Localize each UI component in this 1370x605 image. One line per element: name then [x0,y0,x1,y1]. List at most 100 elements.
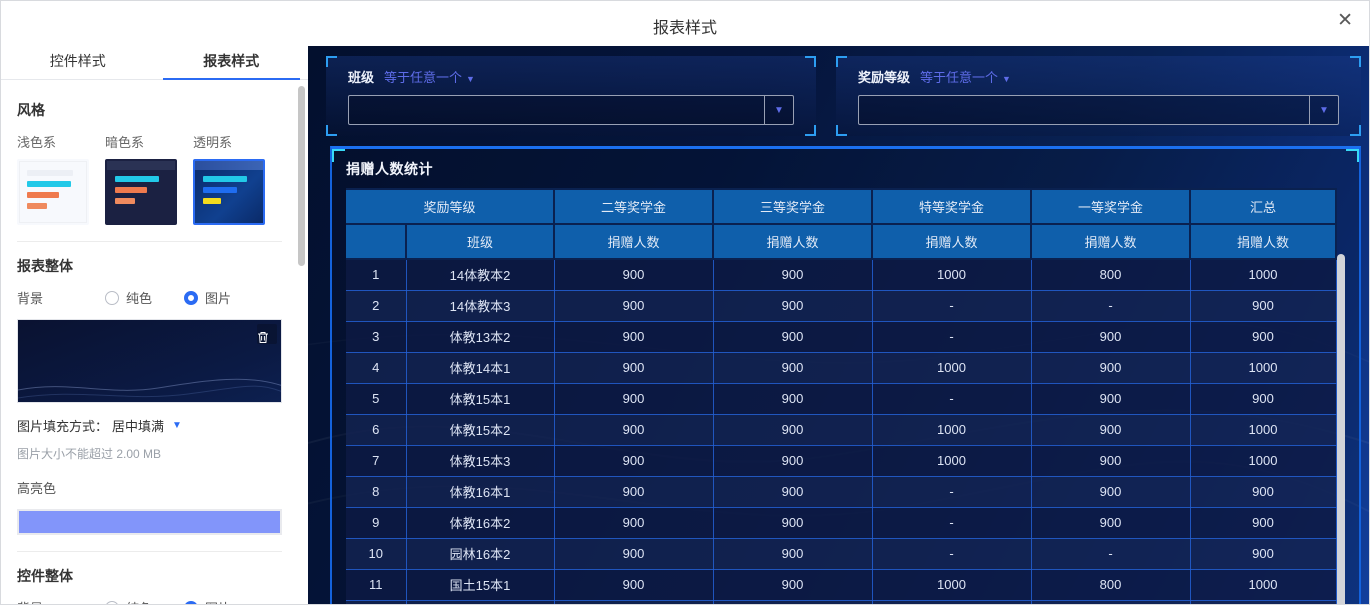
chevron-down-icon[interactable]: ▼ [1309,96,1338,124]
corner-bracket-icon [326,125,337,136]
radio-icon[interactable] [184,600,199,604]
row-index-cell: 8 [346,475,407,508]
filter-bar: 班级 等于任意一个 ▼ ▼ 奖励等级 等于任意一个 ▼ ▼ [326,56,1361,136]
award-level-select-input[interactable]: ▼ [858,95,1339,125]
row-index-cell: 9 [346,506,407,539]
value-cell: 900 [1189,475,1337,508]
filter-operator-dropdown[interactable]: 等于任意一个 ▼ [920,67,1011,86]
value-cell: 1000 [1189,568,1337,601]
radio-solid-color[interactable]: 纯色 [105,288,152,307]
table-row: 1 14体教本2 900 900 1000 800 1000 [346,258,1337,291]
value-cell: 900 [553,413,714,446]
value-cell: 900 [1189,599,1337,604]
highlight-color-swatch[interactable] [17,509,282,535]
value-cell: 1000 [871,568,1032,601]
value-cell: 900 [553,506,714,539]
radio-icon[interactable] [105,290,119,305]
header-cell: 特等奖学金 [871,188,1033,225]
header-row-metric: 班级 捐赠人数 捐赠人数 捐赠人数 捐赠人数 捐赠人数 [346,223,1338,260]
header-cell: 一等奖学金 [1030,188,1192,225]
theme-thumbnail-dark[interactable] [105,159,177,225]
tab-control-style[interactable]: 控件样式 [1,46,155,79]
radio-icon[interactable] [105,600,119,604]
row-index-cell: 1 [346,258,407,291]
value-cell: 900 [712,413,873,446]
header-cell: 捐赠人数 [1030,223,1192,260]
corner-bracket-icon [1346,149,1359,162]
theme-option-light[interactable]: 浅色系 [17,132,93,225]
class-name-cell: 体教13本2 [405,320,555,353]
radio-icon[interactable] [184,290,199,305]
control-background-row: 背景 纯色 图片 [17,598,282,604]
value-cell: 900 [712,258,873,291]
filter-name: 班级 [348,70,375,85]
header-cell: 捐赠人数 [1189,223,1338,260]
value-cell: 900 [553,537,714,570]
filter-operator-dropdown[interactable]: 等于任意一个 ▼ [384,67,475,86]
row-index-cell: 6 [346,413,407,446]
class-name-cell: 体教14本1 [405,351,555,384]
value-cell: 900 [553,382,714,415]
chevron-down-icon[interactable]: ▼ [764,96,793,124]
section-title-report: 报表整体 [17,258,73,274]
table-row: 5 体教15本1 900 900 - 900 900 [346,382,1337,415]
close-icon[interactable]: ✕ [1337,11,1353,30]
row-index-cell: 3 [346,320,407,353]
radio-solid-color[interactable]: 纯色 [105,598,152,604]
row-index-cell: 5 [346,382,407,415]
fill-mode-value[interactable]: 居中填满 [112,416,164,435]
value-cell: 900 [553,568,714,601]
corner-bracket-icon [332,149,345,162]
table-row: 10 园林16本2 900 900 - - 900 [346,537,1337,570]
table-row: 7 体教15本3 900 900 1000 900 1000 [346,444,1337,477]
table-row: 4 体教14本1 900 900 1000 900 1000 [346,351,1337,384]
report-background-row: 背景 纯色 图片 [17,288,282,307]
row-index-cell: 10 [346,537,407,570]
chevron-down-icon: ▼ [1002,74,1011,84]
header-cell: 二等奖学金 [553,188,715,225]
header-cell: 捐赠人数 [712,223,874,260]
table-scrollbar[interactable] [1337,254,1345,604]
value-cell: 900 [712,289,873,322]
corner-bracket-icon [836,125,847,136]
class-select-input[interactable]: ▼ [348,95,794,125]
header-row-award: 奖励等级 二等奖学金 三等奖学金 特等奖学金 一等奖学金 汇总 [346,188,1338,225]
value-cell: 1000 [1189,413,1337,446]
value-cell: 1000 [1189,351,1337,384]
highlight-color-label: 高亮色 [17,481,57,496]
theme-option-dark[interactable]: 暗色系 [105,132,181,225]
value-cell: 900 [1030,382,1191,415]
class-name-cell: 14体教本2 [405,258,555,291]
value-cell: 800 [1030,568,1191,601]
sidebar-tabs: 控件样式 报表样式 [1,46,308,80]
value-cell: - [1030,537,1191,570]
value-cell: 900 [712,568,873,601]
sidebar-scrollbar[interactable] [298,86,305,266]
corner-bracket-icon [326,56,337,67]
value-cell: 900 [1189,537,1337,570]
row-index-cell: 12 [346,599,407,604]
theme-thumbnail-light[interactable] [17,159,89,225]
header-cell: 三等奖学金 [712,188,874,225]
value-cell: 800 [1030,258,1191,291]
radio-image[interactable]: 图片 [184,288,231,307]
header-cell: 汇总 [1189,188,1338,225]
trash-icon[interactable] [257,324,277,344]
header-cell: 奖励等级 [346,188,556,225]
class-name-cell: 体教15本3 [405,444,555,477]
value-cell: 900 [712,444,873,477]
value-cell: 900 [1189,289,1337,322]
theme-option-transparent[interactable]: 透明系 [193,132,269,225]
chevron-down-icon[interactable]: ▼ [172,420,182,431]
image-fill-mode-row: 图片填充方式： 居中填满 ▼ [17,416,282,435]
image-size-hint: 图片大小不能超过 2.00 MB [17,447,162,461]
filter-name: 奖励等级 [858,70,911,85]
value-cell: 900 [1189,382,1337,415]
value-cell: - [871,289,1032,322]
panel-title: 捐赠人数统计 [346,161,433,177]
value-cell: 900 [1189,320,1337,353]
tab-report-style[interactable]: 报表样式 [155,46,309,80]
theme-thumbnail-transparent[interactable] [193,159,265,225]
radio-image[interactable]: 图片 [184,598,231,604]
header-cell: 捐赠人数 [553,223,715,260]
